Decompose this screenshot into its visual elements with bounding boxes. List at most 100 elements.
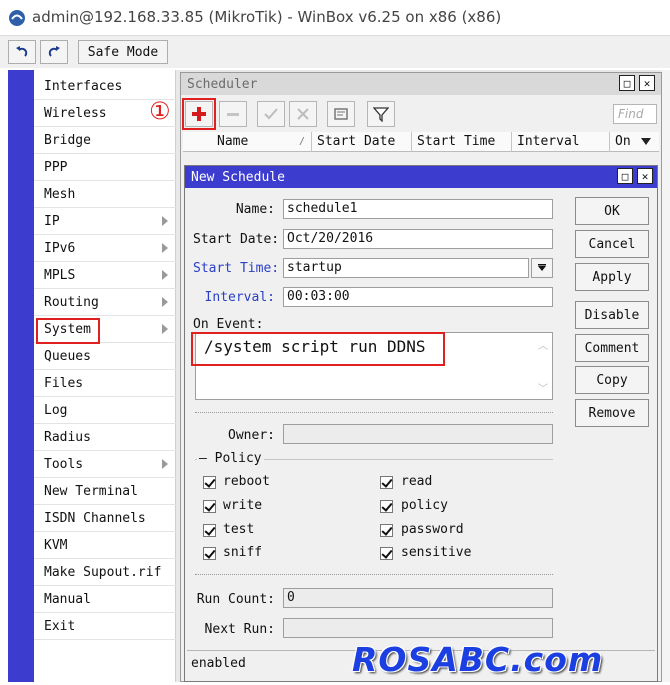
maximize-button[interactable]: □ [619, 75, 635, 91]
remove-button[interactable] [219, 101, 247, 127]
sidebar-item-label: Mesh [44, 187, 76, 202]
sidebar-item-label: Manual [44, 592, 91, 607]
textarea-scrollbar[interactable]: ︿ ﹀ [536, 335, 550, 397]
start-time-dropdown-button[interactable] [531, 258, 553, 278]
policy-label: – Policy [197, 451, 264, 466]
policy-sniff-label: sniff [223, 545, 263, 560]
policy-sniff-checkbox[interactable] [203, 547, 216, 560]
sidebar-item-label: IP [44, 214, 60, 229]
sidebar-item-ip[interactable]: IP [34, 208, 176, 235]
cancel-button[interactable]: Cancel [575, 230, 649, 258]
apply-button[interactable]: Apply [575, 263, 649, 291]
sidebar-item-mpls[interactable]: MPLS [34, 262, 176, 289]
ok-button[interactable]: OK [575, 197, 649, 225]
close-button[interactable]: ✕ [639, 75, 655, 91]
start-date-field[interactable]: Oct/20/2016 [283, 229, 553, 249]
safe-mode-button[interactable]: Safe Mode [78, 40, 168, 64]
interval-label: Interval: [204, 290, 275, 305]
sidebar-item-mesh[interactable]: Mesh [34, 181, 176, 208]
on-event-highlight-box [191, 332, 445, 366]
policy-sensitive-label: sensitive [401, 545, 472, 560]
policy-read-label: read [401, 474, 433, 489]
sidebar-item-manual[interactable]: Manual [34, 586, 176, 613]
sidebar-item-exit[interactable]: Exit [34, 613, 176, 640]
workspace-scrollbar[interactable] [662, 70, 670, 682]
policy-policy-checkbox[interactable] [380, 500, 393, 513]
sidebar-item-label: Interfaces [44, 79, 123, 94]
sidebar-item-interfaces[interactable]: Interfaces [34, 73, 176, 100]
sidebar-item-label: New Terminal [44, 484, 138, 499]
status-text: enabled [191, 656, 246, 671]
policy-read-checkbox[interactable] [380, 476, 393, 489]
column-start-date[interactable]: Start Date [317, 134, 395, 149]
sidebar-item-kvm[interactable]: KVM [34, 532, 176, 559]
policy-sensitive-checkbox[interactable] [380, 547, 393, 560]
sidebar-item-label: Queues [44, 349, 91, 364]
dialog-title-bar[interactable]: New Schedule □ ✕ [185, 166, 657, 188]
enable-button[interactable] [257, 101, 285, 127]
disable-button[interactable] [289, 101, 317, 127]
redo-button[interactable] [40, 40, 68, 64]
copy-button[interactable]: Copy [575, 366, 649, 394]
sidebar-item-label: Log [44, 403, 68, 418]
sidebar-item-radius[interactable]: Radius [34, 424, 176, 451]
comment-schedule-button[interactable]: Comment [575, 334, 649, 362]
undo-icon [16, 46, 28, 57]
column-start-time[interactable]: Start Time [417, 134, 495, 149]
dialog-close-button[interactable]: ✕ [637, 168, 653, 184]
name-field[interactable]: schedule1 [283, 199, 553, 219]
section-divider [195, 574, 553, 575]
sidebar-item-label: Files [44, 376, 84, 391]
sidebar-item-isdn-channels[interactable]: ISDN Channels [34, 505, 176, 532]
submenu-arrow-icon [162, 270, 168, 280]
submenu-arrow-icon [162, 216, 168, 226]
owner-label: Owner: [228, 428, 275, 443]
start-time-field[interactable]: startup [283, 258, 529, 278]
column-interval[interactable]: Interval [517, 134, 580, 149]
section-divider [195, 412, 553, 413]
sidebar-item-new-terminal[interactable]: New Terminal [34, 478, 176, 505]
policy-reboot-checkbox[interactable] [203, 476, 216, 489]
scheduler-title-bar[interactable]: Scheduler □ ✕ [181, 73, 661, 95]
sidebar-item-tools[interactable]: Tools [34, 451, 176, 478]
filter-button[interactable] [367, 101, 395, 127]
sidebar-item-log[interactable]: Log [34, 397, 176, 424]
policy-reboot-label: reboot [223, 474, 270, 489]
sort-icon: / [299, 136, 306, 147]
policy-write-checkbox[interactable] [203, 500, 216, 513]
remove-schedule-button[interactable]: Remove [575, 399, 649, 427]
policy-password-label: password [401, 522, 464, 537]
note-icon [334, 108, 348, 120]
sidebar-item-ipv6[interactable]: IPv6 [34, 235, 176, 262]
column-divider [311, 132, 312, 152]
find-input[interactable]: Find [613, 104, 657, 124]
sidebar-item-make-supout[interactable]: Make Supout.rif [34, 559, 176, 586]
sidebar-item-ppp[interactable]: PPP [34, 154, 176, 181]
undo-button[interactable] [8, 40, 36, 64]
submenu-arrow-icon [162, 459, 168, 469]
interval-field[interactable]: 00:03:00 [283, 287, 553, 307]
annotation-marker: ① [149, 97, 171, 125]
column-on[interactable]: On [615, 134, 631, 149]
sidebar-item-files[interactable]: Files [34, 370, 176, 397]
scroll-up-icon: ︿ [538, 341, 548, 352]
next-run-field [283, 618, 553, 638]
main-toolbar: Safe Mode [0, 36, 670, 68]
column-menu-icon[interactable] [641, 138, 651, 145]
sidebar-item-queues[interactable]: Queues [34, 343, 176, 370]
policy-policy-label: policy [401, 498, 448, 513]
winbox-app-icon [9, 10, 25, 26]
disable-schedule-button[interactable]: Disable [575, 301, 649, 329]
policy-collapse-icon[interactable]: – [199, 451, 207, 466]
filter-icon [373, 107, 389, 122]
column-name[interactable]: Name [217, 134, 248, 149]
sidebar-item-bridge[interactable]: Bridge [34, 127, 176, 154]
dialog-maximize-button[interactable]: □ [617, 168, 633, 184]
next-run-label: Next Run: [204, 622, 275, 637]
policy-password-checkbox[interactable] [380, 524, 393, 537]
sidebar-item-routing[interactable]: Routing [34, 289, 176, 316]
comment-button[interactable] [327, 101, 355, 127]
policy-test-checkbox[interactable] [203, 524, 216, 537]
scroll-down-icon: ﹀ [538, 384, 548, 395]
sidebar-item-label: KVM [44, 538, 68, 553]
